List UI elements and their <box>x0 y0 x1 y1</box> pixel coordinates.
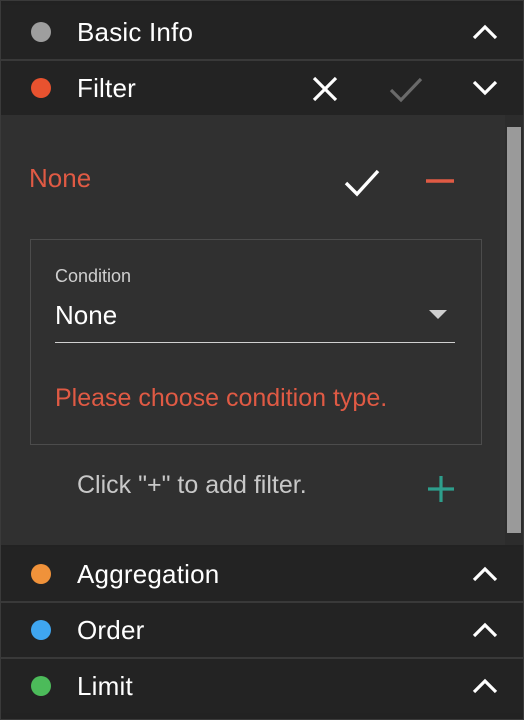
condition-value: None <box>55 300 118 330</box>
chevron-up-icon[interactable] <box>471 672 499 700</box>
section-header-filter[interactable]: Filter <box>1 61 523 117</box>
section-header-limit[interactable]: Limit <box>1 659 523 713</box>
check-icon[interactable] <box>341 165 383 199</box>
scrollbar-track[interactable] <box>505 115 523 545</box>
remove-icon[interactable] <box>423 169 457 193</box>
section-title-filter: Filter <box>77 72 136 103</box>
dropdown-caret-icon <box>429 310 447 319</box>
query-builder-panel: Basic Info Filter None Condition None Pl… <box>0 0 524 720</box>
close-icon[interactable] <box>309 73 341 105</box>
status-dot-basic-info <box>31 22 51 42</box>
section-title-limit: Limit <box>77 670 133 701</box>
condition-card: Condition None Please choose condition t… <box>30 239 482 445</box>
check-icon-disabled[interactable] <box>387 73 425 105</box>
add-filter-hint: Click "+" to add filter. <box>77 471 307 499</box>
section-header-basic-info[interactable]: Basic Info <box>1 5 523 61</box>
chevron-up-icon[interactable] <box>471 560 499 588</box>
section-title-order: Order <box>77 614 145 645</box>
section-header-order[interactable]: Order <box>1 603 523 659</box>
section-title-basic-info: Basic Info <box>77 16 194 47</box>
section-title-aggregation: Aggregation <box>77 558 220 589</box>
status-dot-aggregation <box>31 564 51 584</box>
condition-select[interactable]: None <box>55 296 455 343</box>
add-filter-plus-icon[interactable] <box>425 473 457 505</box>
chevron-up-icon[interactable] <box>471 18 499 46</box>
status-dot-limit <box>31 676 51 696</box>
chevron-down-icon[interactable] <box>471 74 499 102</box>
condition-error-text: Please choose condition type. <box>55 384 388 412</box>
chevron-up-icon[interactable] <box>471 616 499 644</box>
status-dot-order <box>31 620 51 640</box>
condition-label: Condition <box>55 266 132 286</box>
filter-rule-label: None <box>29 163 92 193</box>
status-dot-filter <box>31 78 51 98</box>
scrollbar-thumb[interactable] <box>507 127 521 533</box>
section-header-aggregation[interactable]: Aggregation <box>1 547 523 603</box>
